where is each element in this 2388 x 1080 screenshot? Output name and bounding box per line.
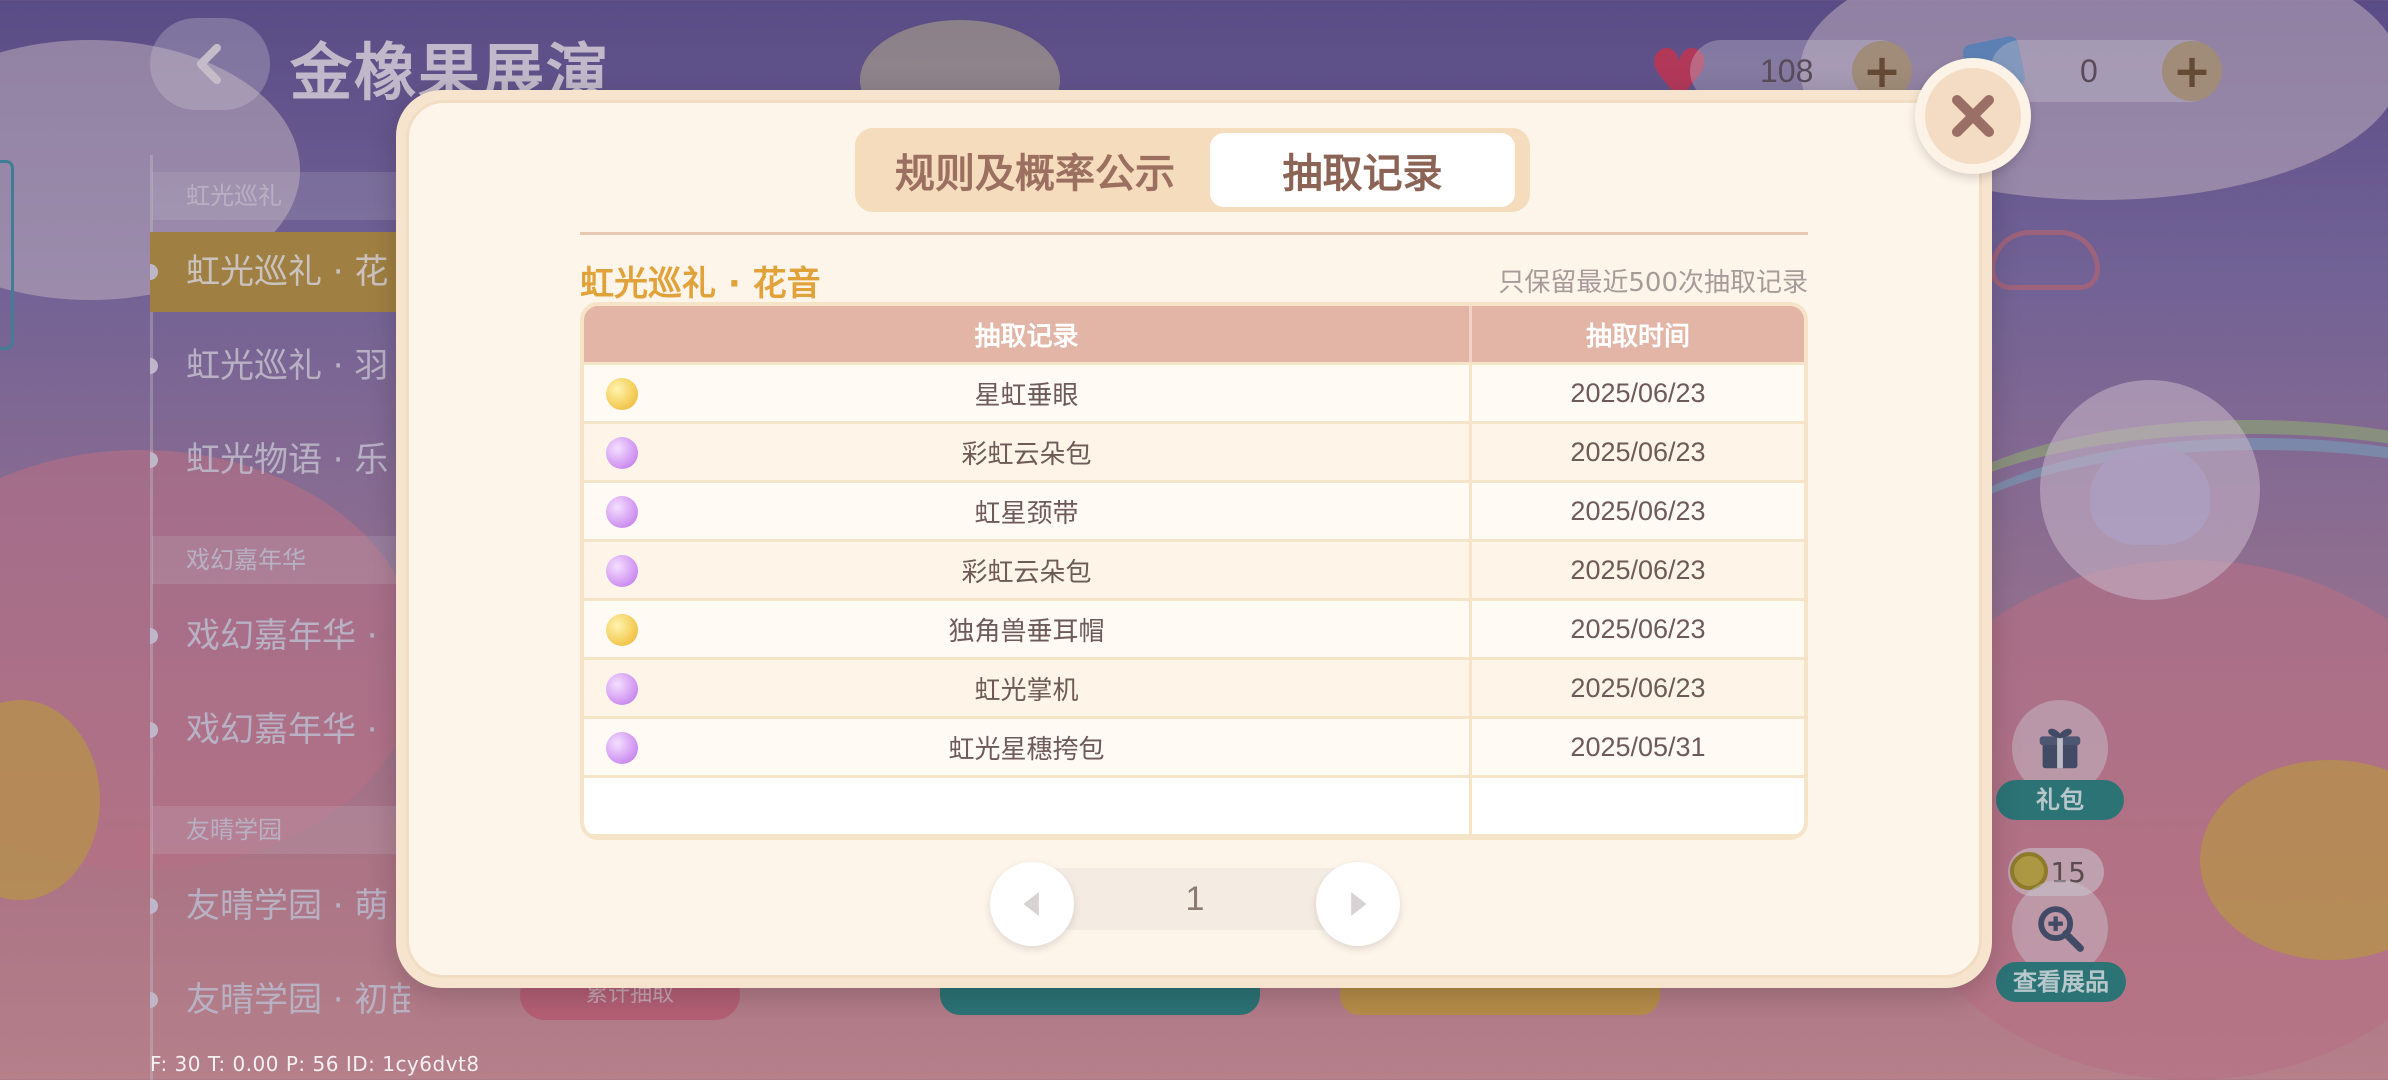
item-name: 虹光掌机 (974, 675, 1079, 706)
time-cell: 2025/06/23 (1472, 542, 1804, 598)
table-row: 独角兽垂耳帽 2025/06/23 (584, 601, 1804, 657)
table-row: 彩虹云朵包 2025/06/23 (584, 424, 1804, 480)
record-cell: 独角兽垂耳帽 (584, 601, 1469, 657)
column-header-time: 抽取时间 (1469, 306, 1804, 362)
item-name: 彩虹云朵包 (961, 439, 1092, 470)
time-cell: 2025/06/23 (1472, 483, 1804, 539)
record-cell: 星虹垂眼 (584, 365, 1469, 421)
item-name: 彩虹云朵包 (961, 557, 1092, 588)
rarity-gold-icon (606, 378, 638, 410)
table-row-empty (584, 778, 1804, 834)
table-row: 虹光掌机 2025/06/23 (584, 660, 1804, 716)
divider (580, 232, 1808, 235)
rarity-purple-icon (606, 496, 638, 528)
tab-draw-record[interactable]: 抽取记录 (1210, 133, 1515, 207)
record-limit-note: 只保留最近500次抽取记录 (1498, 268, 1808, 298)
prev-page-button[interactable] (990, 862, 1074, 946)
item-name: 星虹垂眼 (974, 380, 1079, 411)
record-cell: 彩虹云朵包 (584, 542, 1469, 598)
time-cell: 2025/06/23 (1472, 601, 1804, 657)
rarity-purple-icon (606, 437, 638, 469)
record-cell: 虹星颈带 (584, 483, 1469, 539)
table-row: 彩虹云朵包 2025/06/23 (584, 542, 1804, 598)
close-icon (1951, 94, 1995, 138)
item-name: 虹光星穗挎包 (948, 734, 1105, 765)
record-cell: 彩虹云朵包 (584, 424, 1469, 480)
record-cell: 虹光星穗挎包 (584, 719, 1469, 775)
page-number: 1 (1185, 879, 1205, 918)
rarity-gold-icon (606, 614, 638, 646)
dialog-tabs: 规则及概率公示 抽取记录 (855, 128, 1530, 212)
column-header-record: 抽取记录 (974, 321, 1079, 352)
table-row: 虹星颈带 2025/06/23 (584, 483, 1804, 539)
time-cell: 2025/06/23 (1472, 660, 1804, 716)
time-cell: 2025/06/23 (1472, 424, 1804, 480)
rarity-purple-icon (606, 732, 638, 764)
debug-info: F: 30 T: 0.00 P: 56 ID: 1cy6dvt8 (150, 1052, 480, 1076)
item-name: 虹星颈带 (974, 498, 1079, 529)
triangle-right-icon (1351, 892, 1367, 916)
triangle-left-icon (1023, 892, 1039, 916)
time-cell: 2025/05/31 (1472, 719, 1804, 775)
table-row: 星虹垂眼 2025/06/23 (584, 365, 1804, 421)
rarity-purple-icon (606, 673, 638, 705)
close-button[interactable] (1915, 58, 2031, 174)
tab-rules-probability[interactable]: 规则及概率公示 (860, 133, 1210, 207)
time-cell (1472, 778, 1804, 834)
record-cell: 虹光掌机 (584, 660, 1469, 716)
table-header: 抽取记录 抽取时间 (584, 306, 1804, 362)
time-cell: 2025/06/23 (1472, 365, 1804, 421)
banner-title: 虹光巡礼 · 花音 (580, 264, 821, 304)
table-row: 虹光星穗挎包 2025/05/31 (584, 719, 1804, 775)
pagination: 1 (990, 862, 1400, 946)
next-page-button[interactable] (1316, 862, 1400, 946)
draw-record-table: 抽取记录 抽取时间 星虹垂眼 2025/06/23 彩虹云朵包 2025/06/… (580, 302, 1808, 840)
record-cell (584, 778, 1469, 834)
rarity-purple-icon (606, 555, 638, 587)
item-name: 独角兽垂耳帽 (948, 616, 1105, 647)
